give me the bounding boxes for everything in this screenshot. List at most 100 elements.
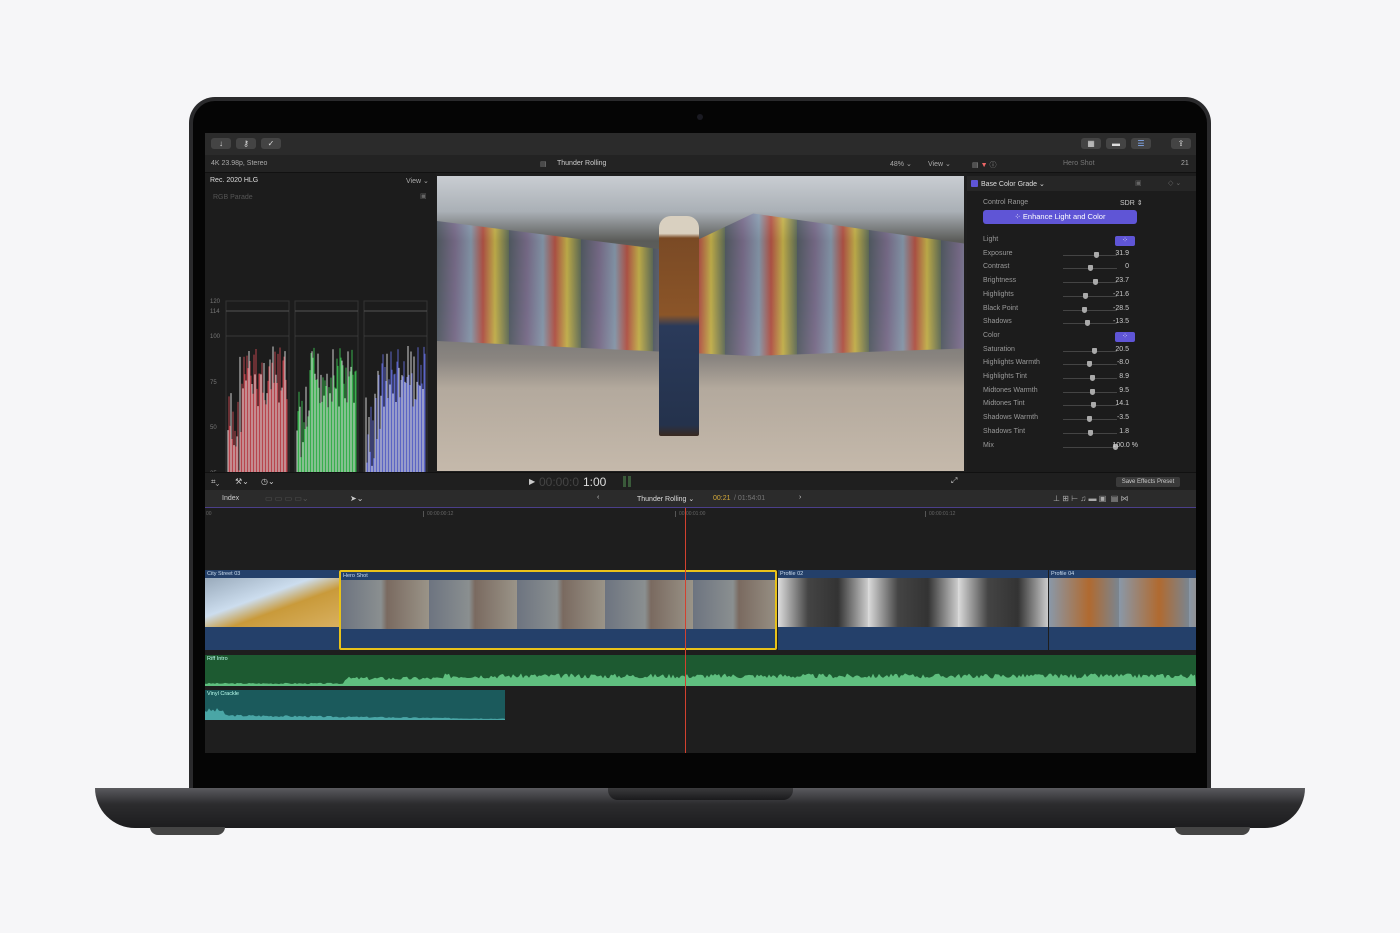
project-title: Thunder Rolling (557, 160, 607, 167)
background-tasks-icon[interactable]: ✓ (261, 138, 281, 149)
lid-notch (608, 788, 793, 800)
param-slider[interactable] (1063, 279, 1117, 286)
control-range-select[interactable]: SDR ⇕ (1120, 199, 1143, 207)
param-row: Highlights -21.6 (983, 291, 1183, 303)
param-value[interactable]: -28.5 (1113, 305, 1129, 312)
param-label: Contrast (983, 263, 1010, 271)
slider-knob[interactable] (1089, 375, 1095, 381)
playhead[interactable] (685, 508, 686, 753)
save-effects-preset-button[interactable]: Save Effects Preset (1116, 477, 1180, 487)
clip-thumbnail (778, 578, 1048, 627)
back-button[interactable]: ‹ (597, 494, 599, 501)
param-slider[interactable] (1063, 429, 1117, 436)
keywords-icon[interactable]: ⚷ (236, 138, 256, 149)
param-value[interactable]: -13.5 (1113, 318, 1129, 325)
viewer-image[interactable] (437, 176, 964, 471)
param-value[interactable]: 20.5 (1115, 346, 1129, 353)
param-slider[interactable] (1063, 416, 1117, 423)
effect-name-menu[interactable]: Base Color Grade ⌄ (981, 180, 1045, 188)
effect-enabled-checkbox[interactable] (971, 180, 978, 187)
slider-knob[interactable] (1089, 388, 1095, 395)
param-slider[interactable] (1063, 375, 1117, 381)
share-icon[interactable]: ⇪ (1171, 138, 1191, 149)
timeline-project-menu[interactable]: Thunder Rolling ⌄ (637, 495, 694, 503)
slider-knob[interactable] (1090, 402, 1096, 409)
slider-knob[interactable] (1088, 429, 1093, 436)
video-clip-selected[interactable]: Hero Shot (339, 570, 777, 650)
timeline-ruler[interactable]: 00 00:00:00:12 00:00:01:00 00:00:01:12 (205, 508, 1196, 520)
param-row: Saturation 20.5 (983, 346, 1183, 358)
enhance-icon[interactable]: ⚒⌄ (235, 477, 249, 486)
index-button[interactable]: Index (222, 495, 239, 502)
slider-knob[interactable] (1085, 320, 1090, 327)
ruler-label: 00:00:00:12 (423, 511, 453, 517)
param-label: Shadows (983, 318, 1012, 326)
inspector-tabs[interactable]: ▤ ▼ ⓘ (972, 160, 996, 170)
param-value[interactable]: -21.6 (1113, 291, 1129, 298)
fullscreen-icon[interactable]: ⤢ (951, 476, 957, 486)
param-value[interactable]: 0 (1125, 263, 1129, 270)
audio-clip[interactable]: Riff Intro (205, 655, 1196, 686)
param-value[interactable]: -8.0 (1117, 359, 1129, 366)
play-button[interactable]: ▶ (529, 477, 535, 486)
video-clip[interactable]: Profile 02 (778, 570, 1048, 650)
edit-buttons[interactable]: ▭ ▭ ▭ ▭⌄ (265, 494, 309, 503)
forward-button[interactable]: › (799, 494, 801, 501)
video-clip[interactable]: City Street 03 (205, 570, 339, 650)
enhance-light-color-button[interactable]: ⁘ Enhance Light and Color (983, 210, 1137, 224)
import-icon[interactable]: ↓ (211, 138, 231, 149)
clip-duration: 21 (1181, 160, 1189, 167)
param-row: Highlights Warmth -8.0 (983, 359, 1183, 371)
zoom-menu[interactable]: 48% ⌄ (890, 160, 912, 168)
enhance-label: Enhance Light and Color (1022, 212, 1106, 221)
viewer-view-menu[interactable]: View ⌄ (928, 160, 951, 168)
slider-knob[interactable] (1094, 251, 1099, 258)
param-slider[interactable] (1063, 320, 1117, 327)
param-value[interactable]: 100.0 % (1112, 442, 1138, 449)
clip-label: Profile 02 (780, 571, 804, 577)
param-value[interactable]: 31.9 (1115, 250, 1129, 257)
slider-knob[interactable] (1086, 361, 1092, 368)
select-tool-icon[interactable]: ➤⌄ (350, 494, 363, 503)
timeline-icon[interactable]: ▬ (1106, 138, 1126, 149)
param-slider[interactable] (1063, 306, 1117, 313)
param-slider[interactable] (1063, 292, 1117, 299)
video-clip[interactable]: Profile 04 (1049, 570, 1196, 650)
timecode-dim: 00:00:0 (539, 475, 580, 489)
param-value[interactable]: 23.7 (1115, 277, 1129, 284)
param-value[interactable]: 8.9 (1119, 373, 1129, 380)
param-slider[interactable] (1063, 265, 1117, 272)
param-slider[interactable] (1063, 347, 1117, 354)
param-slider[interactable] (1063, 402, 1117, 409)
slider-knob[interactable] (1082, 306, 1087, 313)
slider-knob[interactable] (1087, 416, 1092, 423)
slider-knob[interactable] (1093, 279, 1098, 286)
mask-icon[interactable]: ▣ (1135, 179, 1142, 187)
param-slider[interactable] (1063, 251, 1117, 258)
auto-enhance-icon[interactable]: ⁘ (1115, 331, 1135, 342)
transform-icon[interactable]: ⌗⌄ (211, 477, 219, 487)
param-value[interactable]: -3.5 (1117, 414, 1129, 421)
slider-knob[interactable] (1083, 292, 1088, 299)
section-title: Color (983, 331, 1000, 339)
param-slider[interactable] (1063, 361, 1117, 368)
keyframe-icon[interactable]: ◇ ⌄ (1168, 179, 1181, 187)
param-label: Midtones Warmth (983, 386, 1038, 394)
param-value[interactable]: 1.8 (1119, 428, 1129, 435)
inspector-icon[interactable]: ☰ (1131, 138, 1151, 149)
param-value[interactable]: 14.1 (1115, 400, 1129, 407)
slider-knob[interactable] (1088, 265, 1093, 272)
audio-waveform (205, 673, 1196, 686)
auto-enhance-icon[interactable]: ⁘ (1115, 236, 1135, 246)
graffiti-wall (437, 213, 964, 356)
browser-icon[interactable]: ▦ (1081, 138, 1101, 149)
info-bar: 4K 23.98p, Stereo ▤ Thunder Rolling 48% … (205, 155, 1196, 173)
param-slider[interactable] (1063, 443, 1118, 450)
param-slider[interactable] (1063, 388, 1117, 395)
param-value[interactable]: 9.5 (1119, 387, 1129, 394)
audio-clip[interactable]: Vinyl Crackle (205, 690, 505, 720)
retime-icon[interactable]: ◷⌄ (261, 477, 275, 486)
effect-header: Base Color Grade ⌄ ▣ ◇ ⌄ (967, 176, 1196, 191)
timeline-view-icons[interactable]: ⊥ ⊞ ⊢ ♫ ▬ ▣ ▤ ⋈ (1053, 494, 1129, 503)
slider-knob[interactable] (1092, 347, 1097, 354)
